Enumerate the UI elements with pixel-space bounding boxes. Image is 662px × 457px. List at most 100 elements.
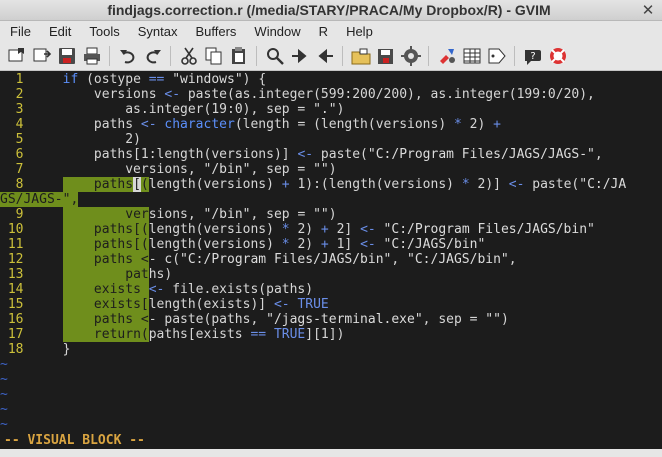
code-text: paths <- c("C:/Program Files/JAGS/bin", … [62, 252, 517, 267]
code-text: } [31, 342, 71, 357]
toolbar-separator [428, 46, 429, 66]
code-text: versions, "/bin", sep = "") [62, 207, 337, 222]
line-number: 8 [0, 177, 32, 192]
editor-line[interactable]: 3 as.integer(19:0), sep = ".") [0, 102, 662, 117]
redo-icon[interactable] [141, 45, 164, 68]
line-number: 15 [0, 297, 32, 312]
code-text: versions <- paste(as.integer(599:200/200… [31, 87, 595, 102]
empty-line-marker: ~ [0, 402, 8, 417]
line-number: 18 [0, 342, 32, 357]
menu-tools[interactable]: Tools [80, 21, 128, 42]
line-number: 5 [0, 132, 32, 147]
undo-icon[interactable] [116, 45, 139, 68]
svg-text:?: ? [530, 51, 535, 62]
line-number: 3 [0, 102, 32, 117]
menu-file[interactable]: File [0, 21, 40, 42]
code-text: paths <- paste(paths, "/jags-terminal.ex… [62, 312, 509, 327]
editor-line[interactable]: 11 paths[(length(versions) * 2) + 1] <- … [0, 237, 662, 252]
shell-icon[interactable] [460, 45, 483, 68]
line-number: 1 [0, 72, 32, 87]
code-text: exists[length(exists)] <- TRUE [62, 297, 329, 312]
editor-line[interactable]: GS/JAGS-", [0, 192, 662, 207]
toolbar-separator [256, 46, 257, 66]
toolbar-separator [109, 46, 110, 66]
line-number: 16 [0, 312, 32, 327]
line-number: 12 [0, 252, 32, 267]
editor-line[interactable]: 13 paths) [0, 267, 662, 282]
menu-window[interactable]: Window [245, 21, 309, 42]
line-number: 2 [0, 87, 32, 102]
tags-icon[interactable] [485, 45, 508, 68]
code-text: versions, "/bin", sep = "") [31, 162, 337, 177]
menu-syntax[interactable]: Syntax [129, 21, 187, 42]
code-text: paths[(length(versions) * 2) + 1] <- "C:… [62, 237, 486, 252]
menu-edit[interactable]: Edit [40, 21, 80, 42]
open-icon[interactable] [5, 45, 28, 68]
window-bottom-edge [0, 449, 662, 457]
line-number: 6 [0, 147, 32, 162]
close-icon[interactable]: ✕ [638, 0, 658, 21]
help-icon[interactable]: ? [521, 45, 544, 68]
editor-area[interactable]: 1 if (ostype == "windows") { 2 versions … [0, 72, 662, 432]
empty-line-marker: ~ [0, 372, 8, 387]
empty-line-marker: ~ [0, 387, 8, 402]
editor-line[interactable]: 12 paths <- c("C:/Program Files/JAGS/bin… [0, 252, 662, 267]
editor-line[interactable]: 15 exists[length(exists)] <- TRUE [0, 297, 662, 312]
make-icon[interactable] [435, 45, 458, 68]
menu-buffers[interactable]: Buffers [186, 21, 245, 42]
mode-indicator: -- VISUAL BLOCK -- [0, 432, 662, 449]
menu-help[interactable]: Help [337, 21, 382, 42]
code-text: GS/JAGS-", [0, 192, 79, 207]
code-text: return(paths[exists == TRUE][1]) [62, 327, 345, 342]
toolbar-separator [514, 46, 515, 66]
line-number: 14 [0, 282, 32, 297]
editor-line[interactable]: 10 paths[(length(versions) * 2) + 2] <- … [0, 222, 662, 237]
empty-line-marker: ~ [0, 357, 8, 372]
line-number: 10 [0, 222, 32, 237]
cut-icon[interactable] [177, 45, 200, 68]
code-text: paths[(length(versions) + 1):(length(ver… [62, 177, 627, 192]
editor-line[interactable]: 14 exists <- file.exists(paths) [0, 282, 662, 297]
menu-bar: File Edit Tools Syntax Buffers Window R Help [0, 21, 662, 42]
editor-line[interactable]: 5 2) [0, 132, 662, 147]
print-icon[interactable] [80, 45, 103, 68]
paste-icon[interactable] [227, 45, 250, 68]
find-icon[interactable] [263, 45, 286, 68]
window-title: findjags.correction.r (/media/STARY/PRAC… [107, 2, 551, 18]
line-number: 4 [0, 117, 32, 132]
load-session-icon[interactable] [349, 45, 372, 68]
run-script-icon[interactable] [399, 45, 422, 68]
find-help-icon[interactable] [546, 45, 569, 68]
toolbar-separator [342, 46, 343, 66]
editor-line[interactable]: 18 } [0, 342, 662, 357]
copy-icon[interactable] [202, 45, 225, 68]
menu-r[interactable]: R [310, 21, 337, 42]
code-text: exists <- file.exists(paths) [62, 282, 314, 297]
editor-line[interactable]: 17 return(paths[exists == TRUE][1]) [0, 327, 662, 342]
editor-line[interactable]: 8 paths[(length(versions) + 1):(length(v… [0, 177, 662, 192]
editor-line[interactable]: 4 paths <- character(length = (length(ve… [0, 117, 662, 132]
line-number: 9 [0, 207, 32, 222]
toolbar-separator [170, 46, 171, 66]
toolbar: ? [0, 42, 662, 71]
save-icon[interactable] [55, 45, 78, 68]
code-text: paths[1:length(versions)] <- paste("C:/P… [31, 147, 603, 162]
code-text: if (ostype == "windows") { [62, 72, 267, 87]
find-prev-icon[interactable] [313, 45, 336, 68]
editor-line[interactable]: 2 versions <- paste(as.integer(599:200/2… [0, 87, 662, 102]
line-number: 11 [0, 237, 32, 252]
code-text: paths <- character(length = (length(vers… [31, 117, 501, 132]
editor-line[interactable]: 9 versions, "/bin", sep = "") [0, 207, 662, 222]
code-text: as.integer(19:0), sep = ".") [31, 102, 345, 117]
editor-line[interactable]: 1 if (ostype == "windows") { [0, 72, 662, 87]
save-session-disk-icon[interactable] [374, 45, 397, 68]
editor-line[interactable]: 7 versions, "/bin", sep = "") [0, 162, 662, 177]
line-number: 7 [0, 162, 32, 177]
text-cursor: [ [133, 177, 141, 192]
find-next-icon[interactable] [288, 45, 311, 68]
code-text: paths) [62, 267, 173, 282]
empty-line-marker: ~ [0, 417, 8, 432]
editor-line[interactable]: 16 paths <- paste(paths, "/jags-terminal… [0, 312, 662, 327]
editor-line[interactable]: 6 paths[1:length(versions)] <- paste("C:… [0, 147, 662, 162]
save-session-icon[interactable] [30, 45, 53, 68]
